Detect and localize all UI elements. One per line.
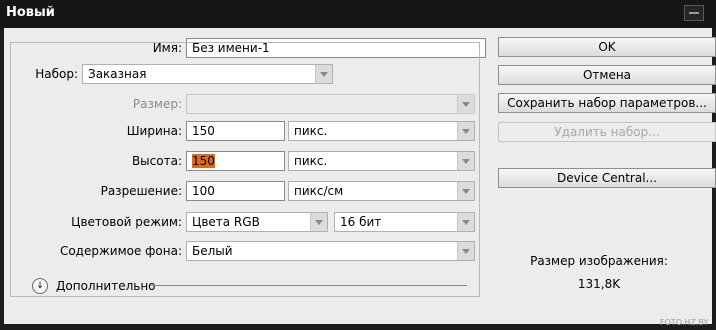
device-central-button[interactable]: Device Central...: [498, 168, 716, 188]
title-bar: Новый: [0, 0, 716, 28]
background-value: Белый: [192, 244, 233, 258]
minimize-button[interactable]: [684, 5, 704, 21]
height-value-selected: 150: [192, 154, 215, 168]
chevron-down-icon: [457, 213, 474, 231]
resolution-unit-value: пикс/см: [294, 184, 344, 198]
advanced-label[interactable]: Дополнительно: [56, 276, 156, 296]
chevron-down-icon: [457, 152, 474, 170]
chevron-down-icon: [457, 242, 474, 260]
width-unit-value: пикс.: [294, 124, 328, 138]
height-unit-select[interactable]: пикс.: [288, 151, 475, 171]
resolution-label: Разрешение:: [100, 184, 182, 198]
watermark: FOTO.HZ.BY: [660, 318, 709, 327]
height-unit-value: пикс.: [294, 154, 328, 168]
advanced-expand-button[interactable]: ↓: [32, 278, 48, 294]
save-preset-button[interactable]: Сохранить набор параметров...: [498, 93, 716, 113]
ok-button[interactable]: OK: [498, 37, 716, 57]
preset-select[interactable]: Заказная: [82, 64, 333, 84]
preset-label: Набор:: [22, 64, 82, 84]
background-select[interactable]: Белый: [186, 241, 475, 261]
chevron-down-icon: [457, 95, 474, 113]
height-input[interactable]: 150: [186, 151, 285, 171]
preset-value: Заказная: [88, 67, 147, 81]
size-label: Размер:: [132, 97, 182, 111]
background-label: Содержимое фона:: [59, 244, 182, 258]
image-size-value: 131,8K: [577, 277, 621, 291]
bit-depth-select[interactable]: 16 бит: [334, 212, 475, 232]
image-size-label: Размер изображения:: [530, 254, 668, 268]
delete-preset-button[interactable]: Удалить набор...: [498, 122, 716, 142]
chevron-down-icon: [310, 213, 327, 231]
chevron-down-icon: [457, 182, 474, 200]
height-label: Высота:: [131, 154, 182, 168]
width-label: Ширина:: [126, 124, 182, 138]
new-document-dialog: Новый Имя: Без имени-1 Набор: Заказная Р…: [0, 0, 716, 330]
bit-depth-value: 16 бит: [340, 215, 382, 229]
color-mode-label: Цветовой режим:: [71, 215, 182, 229]
color-mode-select[interactable]: Цвета RGB: [186, 212, 328, 232]
resolution-input[interactable]: 100: [186, 181, 285, 201]
cancel-button[interactable]: Отмена: [498, 65, 716, 85]
chevron-down-icon: [315, 65, 332, 83]
width-input[interactable]: 150: [186, 121, 285, 141]
resolution-unit-select[interactable]: пикс/см: [288, 181, 475, 201]
width-unit-select[interactable]: пикс.: [288, 121, 475, 141]
advanced-separator: [150, 285, 467, 286]
size-select[interactable]: [186, 94, 475, 114]
minimize-icon: [689, 12, 699, 14]
chevron-down-icon: [457, 122, 474, 140]
color-mode-value: Цвета RGB: [192, 215, 260, 229]
double-chevron-down-icon: ↓: [36, 281, 44, 291]
window-title: Новый: [6, 5, 55, 20]
